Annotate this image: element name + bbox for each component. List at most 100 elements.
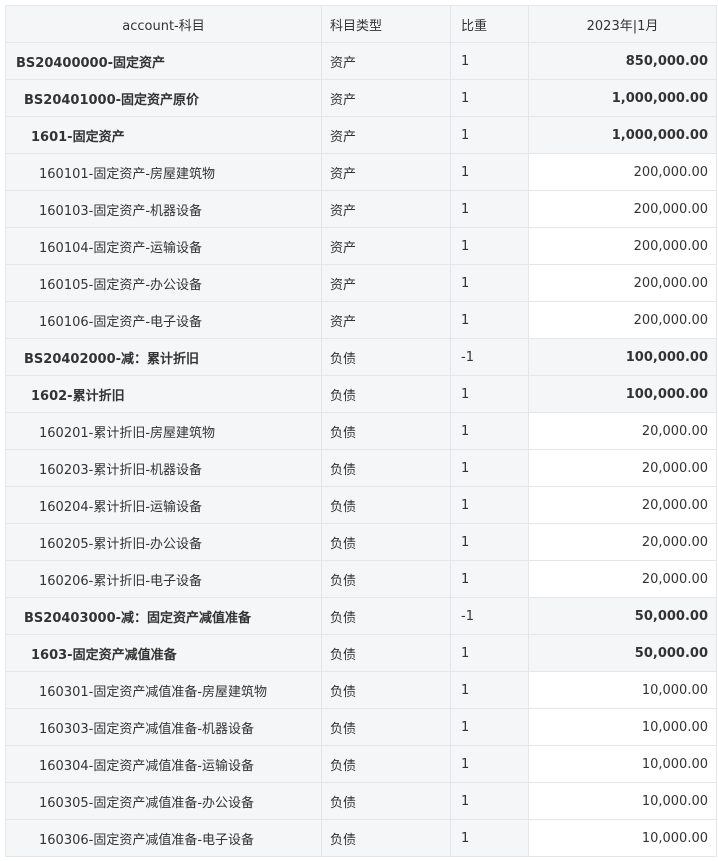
- account-cell: BS20400000-固定资产: [6, 43, 322, 80]
- table-row[interactable]: 160304-固定资产减值准备-运输设备 负债 1 10,000.00: [6, 746, 717, 783]
- table-row[interactable]: 160303-固定资产减值准备-机器设备 负债 1 10,000.00: [6, 709, 717, 746]
- weight-cell: 1: [451, 265, 529, 302]
- table-row[interactable]: 160103-固定资产-机器设备 资产 1 200,000.00: [6, 191, 717, 228]
- weight-cell: 1: [451, 302, 529, 339]
- account-cell: BS20402000-减：累计折旧: [6, 339, 322, 376]
- value-input-cell[interactable]: 200,000.00: [529, 302, 717, 339]
- weight-cell: 1: [451, 746, 529, 783]
- account-type-cell: 负债: [322, 820, 451, 857]
- table-row[interactable]: BS20402000-减：累计折旧 负债 -1 100,000.00: [6, 339, 717, 376]
- table-row[interactable]: 160104-固定资产-运输设备 资产 1 200,000.00: [6, 228, 717, 265]
- table-row[interactable]: 1602-累计折旧 负债 1 100,000.00: [6, 376, 717, 413]
- account-cell: 160305-固定资产减值准备-办公设备: [6, 783, 322, 820]
- table-row[interactable]: 1603-固定资产减值准备 负债 1 50,000.00: [6, 635, 717, 672]
- weight-cell: 1: [451, 191, 529, 228]
- table-row[interactable]: BS20401000-固定资产原价 资产 1 1,000,000.00: [6, 80, 717, 117]
- weight-cell: -1: [451, 598, 529, 635]
- table-row[interactable]: 160206-累计折旧-电子设备 负债 1 20,000.00: [6, 561, 717, 598]
- aggregate-value-cell: 50,000.00: [529, 598, 717, 635]
- weight-cell: 1: [451, 524, 529, 561]
- table-row[interactable]: 160105-固定资产-办公设备 资产 1 200,000.00: [6, 265, 717, 302]
- account-type-cell: 负债: [322, 561, 451, 598]
- table-row[interactable]: 160205-累计折旧-办公设备 负债 1 20,000.00: [6, 524, 717, 561]
- weight-cell: -1: [451, 339, 529, 376]
- account-type-cell: 负债: [322, 746, 451, 783]
- value-input-cell[interactable]: 20,000.00: [529, 561, 717, 598]
- aggregate-value-cell: 100,000.00: [529, 376, 717, 413]
- account-cell: 160103-固定资产-机器设备: [6, 191, 322, 228]
- account-type-cell: 资产: [322, 302, 451, 339]
- account-type-cell: 负债: [322, 413, 451, 450]
- table-header-row: account-科目 科目类型 比重 2023年|1月: [6, 6, 717, 43]
- account-type-cell: 资产: [322, 80, 451, 117]
- weight-cell: 1: [451, 487, 529, 524]
- table-row[interactable]: BS20403000-减：固定资产减值准备 负债 -1 50,000.00: [6, 598, 717, 635]
- weight-cell: 1: [451, 635, 529, 672]
- account-type-cell: 资产: [322, 228, 451, 265]
- account-cell: 160204-累计折旧-运输设备: [6, 487, 322, 524]
- value-input-cell[interactable]: 200,000.00: [529, 265, 717, 302]
- account-cell: 160201-累计折旧-房屋建筑物: [6, 413, 322, 450]
- table-row[interactable]: 160201-累计折旧-房屋建筑物 负债 1 20,000.00: [6, 413, 717, 450]
- weight-cell: 1: [451, 154, 529, 191]
- account-cell: 1601-固定资产: [6, 117, 322, 154]
- table-row[interactable]: 160305-固定资产减值准备-办公设备 负债 1 10,000.00: [6, 783, 717, 820]
- weight-cell: 1: [451, 43, 529, 80]
- account-cell: 160304-固定资产减值准备-运输设备: [6, 746, 322, 783]
- account-cell: 160306-固定资产减值准备-电子设备: [6, 820, 322, 857]
- value-input-cell[interactable]: 20,000.00: [529, 450, 717, 487]
- column-header-account[interactable]: account-科目: [6, 6, 322, 43]
- table-row[interactable]: 160204-累计折旧-运输设备 负债 1 20,000.00: [6, 487, 717, 524]
- value-input-cell[interactable]: 10,000.00: [529, 820, 717, 857]
- value-input-cell[interactable]: 10,000.00: [529, 709, 717, 746]
- weight-cell: 1: [451, 783, 529, 820]
- weight-cell: 1: [451, 450, 529, 487]
- account-type-cell: 资产: [322, 265, 451, 302]
- account-type-cell: 负债: [322, 709, 451, 746]
- value-input-cell[interactable]: 10,000.00: [529, 672, 717, 709]
- table-row[interactable]: BS20400000-固定资产 资产 1 850,000.00: [6, 43, 717, 80]
- account-type-cell: 负债: [322, 635, 451, 672]
- weight-cell: 1: [451, 561, 529, 598]
- account-type-cell: 负债: [322, 783, 451, 820]
- account-type-cell: 负债: [322, 598, 451, 635]
- value-input-cell[interactable]: 20,000.00: [529, 413, 717, 450]
- value-input-cell[interactable]: 200,000.00: [529, 191, 717, 228]
- account-cell: 1602-累计折旧: [6, 376, 322, 413]
- table-row[interactable]: 160301-固定资产减值准备-房屋建筑物 负债 1 10,000.00: [6, 672, 717, 709]
- aggregate-value-cell: 1,000,000.00: [529, 80, 717, 117]
- account-type-cell: 资产: [322, 191, 451, 228]
- aggregate-value-cell: 50,000.00: [529, 635, 717, 672]
- weight-cell: 1: [451, 80, 529, 117]
- account-cell: BS20401000-固定资产原价: [6, 80, 322, 117]
- table-row[interactable]: 160203-累计折旧-机器设备 负债 1 20,000.00: [6, 450, 717, 487]
- value-input-cell[interactable]: 20,000.00: [529, 487, 717, 524]
- account-type-cell: 资产: [322, 43, 451, 80]
- account-cell: 160206-累计折旧-电子设备: [6, 561, 322, 598]
- value-input-cell[interactable]: 200,000.00: [529, 228, 717, 265]
- weight-cell: 1: [451, 376, 529, 413]
- table-row[interactable]: 160101-固定资产-房屋建筑物 资产 1 200,000.00: [6, 154, 717, 191]
- value-input-cell[interactable]: 20,000.00: [529, 524, 717, 561]
- column-header-period[interactable]: 2023年|1月: [529, 6, 717, 43]
- account-type-cell: 负债: [322, 672, 451, 709]
- value-input-cell[interactable]: 200,000.00: [529, 154, 717, 191]
- account-cell: 160303-固定资产减值准备-机器设备: [6, 709, 322, 746]
- account-type-cell: 负债: [322, 339, 451, 376]
- table-row[interactable]: 160306-固定资产减值准备-电子设备 负债 1 10,000.00: [6, 820, 717, 857]
- account-cell: 160101-固定资产-房屋建筑物: [6, 154, 322, 191]
- account-cell: 160104-固定资产-运输设备: [6, 228, 322, 265]
- account-type-cell: 资产: [322, 154, 451, 191]
- value-input-cell[interactable]: 10,000.00: [529, 783, 717, 820]
- weight-cell: 1: [451, 820, 529, 857]
- account-type-cell: 负债: [322, 376, 451, 413]
- column-header-weight[interactable]: 比重: [451, 6, 529, 43]
- column-header-type[interactable]: 科目类型: [322, 6, 451, 43]
- account-type-cell: 负债: [322, 450, 451, 487]
- weight-cell: 1: [451, 709, 529, 746]
- account-cell: 160106-固定资产-电子设备: [6, 302, 322, 339]
- table-row[interactable]: 160106-固定资产-电子设备 资产 1 200,000.00: [6, 302, 717, 339]
- value-input-cell[interactable]: 10,000.00: [529, 746, 717, 783]
- aggregate-value-cell: 1,000,000.00: [529, 117, 717, 154]
- table-row[interactable]: 1601-固定资产 资产 1 1,000,000.00: [6, 117, 717, 154]
